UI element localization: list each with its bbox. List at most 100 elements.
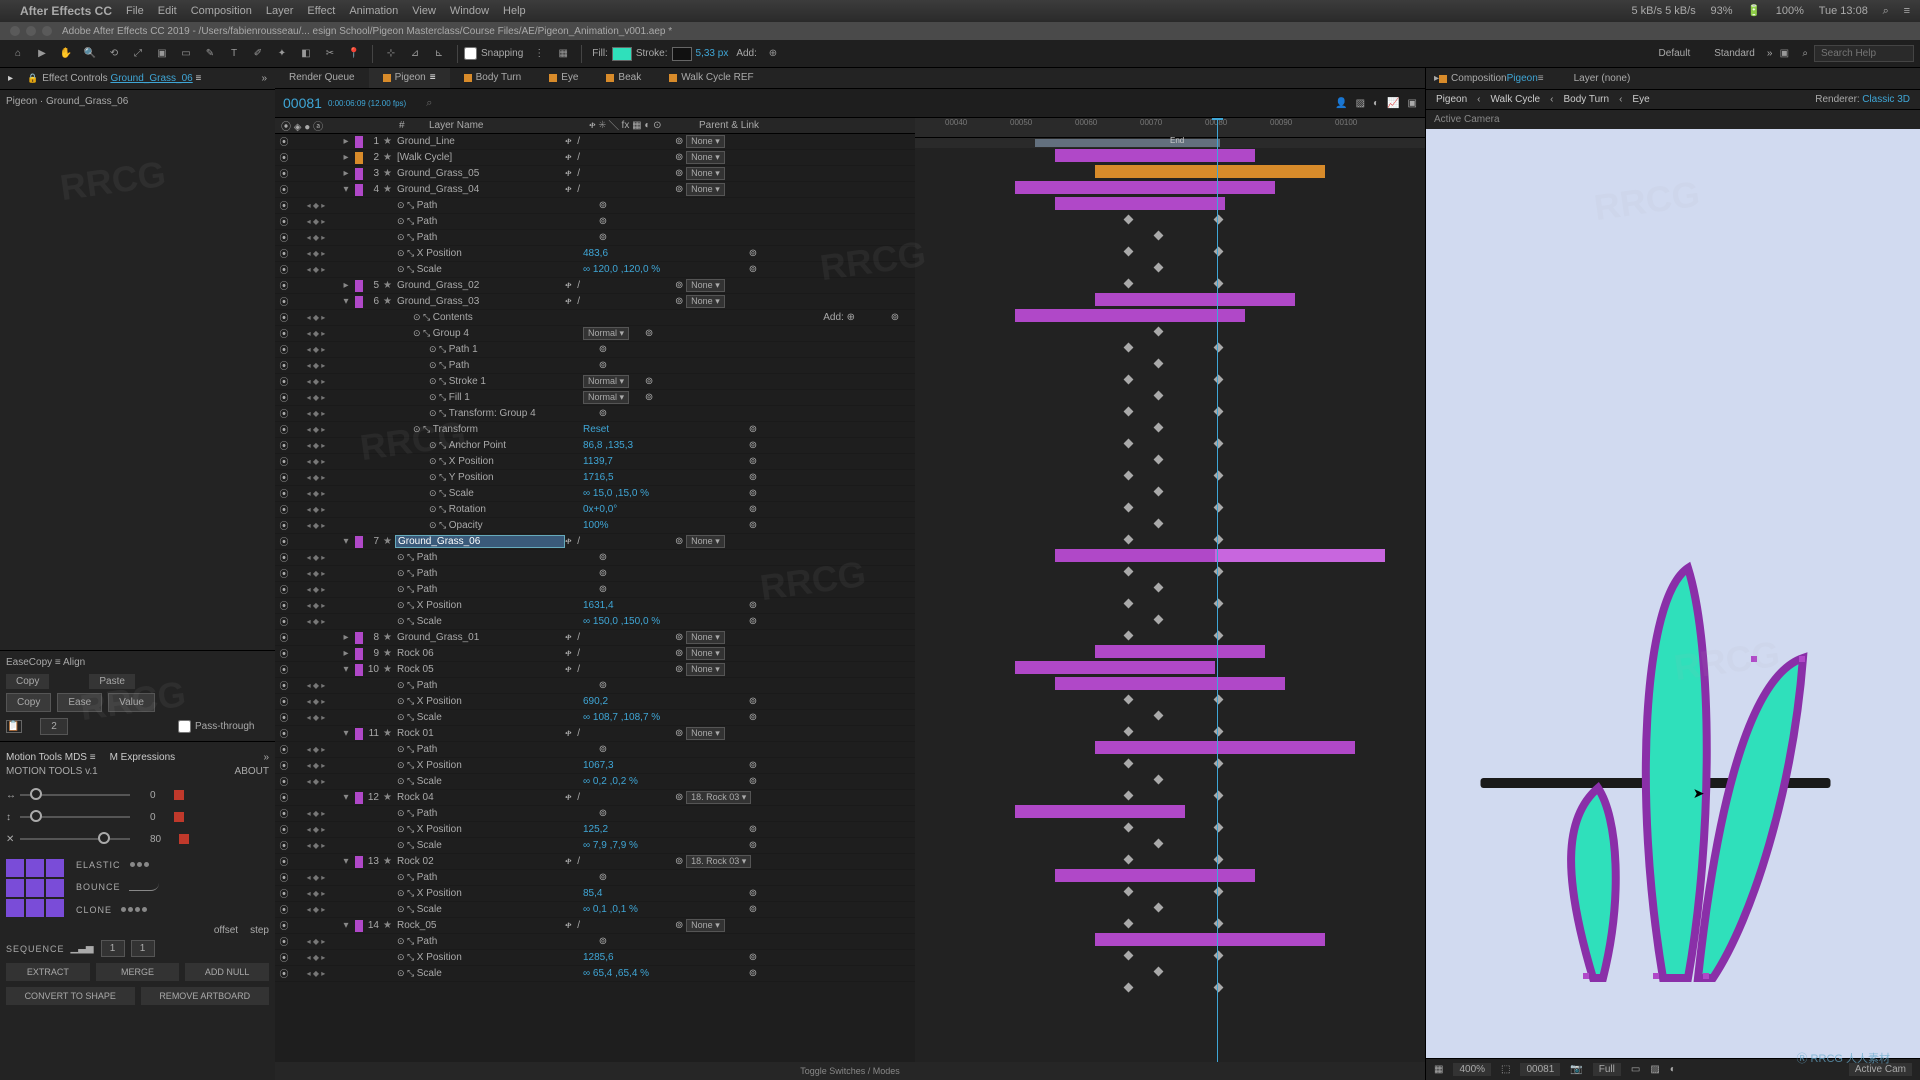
property-row[interactable]: ⦿◂ ◆ ▸⊙ ⤡ Fill 1Normal ▾⊚ [275,390,915,406]
property-name[interactable]: ⊙ ⤡ Scale [353,264,583,275]
keyframe-icon[interactable] [1154,231,1164,241]
property-value[interactable]: 690,2 [583,696,733,707]
keyframe-icon[interactable] [1214,343,1224,353]
comp-tab-eye[interactable]: Eye [535,68,592,88]
property-row[interactable]: ⦿◂ ◆ ▸⊙ ⤡ Path⊚ [275,214,915,230]
keyframe-icon[interactable] [1124,567,1134,577]
property-row[interactable]: ⦿◂ ◆ ▸⊙ ⤡ Rotation0x+0,0°⊚ [275,502,915,518]
layer-switches[interactable]: ቀ / [565,920,675,931]
link-icon[interactable]: ⊚ [583,568,623,579]
property-value[interactable]: 483,6 [583,248,733,259]
link-icon[interactable]: ⊚ [733,248,773,259]
property-row[interactable]: ⦿◂ ◆ ▸⊙ ⤡ Stroke 1Normal ▾⊚ [275,374,915,390]
property-row[interactable]: ⦿◂ ◆ ▸⊙ ⤡ X Position1631,4⊚ [275,598,915,614]
keyframe-nav[interactable]: ◂ ◆ ▸ [293,889,339,898]
property-row[interactable]: ⦿◂ ◆ ▸⊙ ⤡ Path⊚ [275,678,915,694]
snap-opts-icon[interactable]: ⋮ [529,44,549,64]
motion-blur-icon[interactable]: ◐ [1373,98,1379,109]
graph-editor-icon[interactable]: 📈 [1387,98,1399,109]
visibility-icon[interactable]: ⦿ [275,855,293,868]
link-icon[interactable]: ⊚ [733,456,773,467]
label-color[interactable] [355,184,363,196]
zoom-dropdown[interactable]: 400% [1453,1063,1491,1076]
timeline-tracks[interactable]: 00040 00050 00060 00070 00080 00090 0010… [915,118,1425,1062]
keyframe-icon[interactable] [1154,967,1164,977]
twirl-icon[interactable]: ▾ [339,536,353,547]
keyframe-icon[interactable] [1124,439,1134,449]
visibility-icon[interactable]: ⦿ [275,679,293,692]
property-row[interactable]: ⦿◂ ◆ ▸⊙ ⤡ Path⊚ [275,870,915,886]
layer-switches[interactable]: ቀ / [565,728,675,739]
keyframe-nav[interactable]: ◂ ◆ ▸ [293,457,339,466]
seq-icon[interactable]: ▁▃▅ [71,943,95,954]
window-close-icon[interactable] [10,26,20,36]
property-value[interactable]: 85,4 [583,888,733,899]
layer-bar[interactable] [1095,933,1325,946]
layer-switches[interactable]: ቀ / [565,792,675,803]
layer-row[interactable]: ⦿▾7★Ground_Grass_06ቀ /⊚ None ▾ [275,534,915,550]
keyframe-nav[interactable]: ◂ ◆ ▸ [293,473,339,482]
property-row[interactable]: ⦿◂ ◆ ▸⊙ ⤡ Scale∞ 65,4 ,65,4 %⊚ [275,966,915,982]
comp-tab-walkcycle[interactable]: Walk Cycle REF [655,68,767,88]
keyframe-icon[interactable] [1214,407,1224,417]
property-name[interactable]: ⊙ ⤡ X Position [353,600,583,611]
property-name[interactable]: ⊙ ⤡ Transform [353,424,583,435]
menu-window[interactable]: Window [450,5,489,17]
layer-switches[interactable]: ቀ / [565,280,675,291]
keyframe-nav[interactable]: ◂ ◆ ▸ [293,489,339,498]
parent-dropdown[interactable]: ⊚ None ▾ [675,279,765,292]
menu-view[interactable]: View [412,5,436,17]
link-icon[interactable]: ⊚ [733,616,773,627]
layer-row[interactable]: ⦿▸5★Ground_Grass_02ቀ /⊚ None ▾ [275,278,915,294]
time-ruler[interactable]: 00040 00050 00060 00070 00080 00090 0010… [915,118,1425,138]
comp-tab-beak[interactable]: Beak [592,68,655,88]
keyframe-icon[interactable] [1154,519,1164,529]
property-row[interactable]: ⦿◂ ◆ ▸⊙ ⤡ X Position1139,7⊚ [275,454,915,470]
twirl-icon[interactable]: ▸ [339,280,353,291]
property-row[interactable]: ⦿◂ ◆ ▸⊙ ⤡ Anchor Point86,8 ,135,3⊚ [275,438,915,454]
toggle-switches-modes[interactable]: Toggle Switches / Modes [275,1062,1425,1080]
keyframe-icon[interactable] [1214,631,1224,641]
visibility-icon[interactable]: ⦿ [275,887,293,900]
keyframe-icon[interactable] [1214,247,1224,257]
motion-slider-3[interactable] [20,838,130,840]
visibility-icon[interactable]: ⦿ [275,135,293,148]
layer-switches[interactable]: ቀ / [565,152,675,163]
motion-slider-1[interactable] [20,794,130,796]
link-icon[interactable]: ⊚ [583,808,623,819]
visibility-icon[interactable]: ⦿ [275,151,293,164]
keyframe-icon[interactable] [1214,439,1224,449]
stroke-width[interactable]: 5,33 px [696,48,729,59]
keyframe-icon[interactable] [1124,631,1134,641]
layer-row[interactable]: ⦿▸2★[Walk Cycle]ቀ /⊚ None ▾ [275,150,915,166]
fill-swatch[interactable] [612,47,632,61]
keyframe-icon[interactable] [1124,279,1134,289]
link-icon[interactable]: ⊚ [733,488,773,499]
roto-tool-icon[interactable]: ✂ [320,44,340,64]
keyframe-nav[interactable]: ◂ ◆ ▸ [293,697,339,706]
parent-dropdown[interactable]: ⊚ None ▾ [675,919,765,932]
keyframe-icon[interactable] [1124,983,1134,993]
playhead[interactable] [1217,118,1218,1062]
keyframe-icon[interactable] [1124,407,1134,417]
property-row[interactable]: ⦿◂ ◆ ▸⊙ ⤡ Scale∞ 15,0 ,15,0 %⊚ [275,486,915,502]
keyframe-icon[interactable] [1124,919,1134,929]
timeline-layer-list[interactable]: ⦿ ◈ ● ⓐ # Layer Name ቀ ✳ ╲ fx ▦ ◐ ⊙ Pare… [275,118,915,1062]
puppet-tool-icon[interactable]: 📍 [344,44,364,64]
layer-name[interactable]: Ground_Grass_04 [395,184,565,195]
keyframe-icon[interactable] [1154,359,1164,369]
stroke-swatch[interactable] [672,47,692,61]
crumb-pigeon[interactable]: Pigeon [1436,94,1467,105]
property-name[interactable]: ⊙ ⤡ Y Position [353,472,583,483]
add-shape-icon[interactable]: ⊕ [763,44,783,64]
label-color[interactable] [355,536,363,548]
workspace-default[interactable]: Default [1647,46,1703,61]
color-red-icon[interactable] [179,834,189,844]
property-row[interactable]: ⦿◂ ◆ ▸⊙ ⤡ Scale∞ 0,2 ,0,2 %⊚ [275,774,915,790]
keyframe-nav[interactable]: ◂ ◆ ▸ [293,585,339,594]
render-queue-tab[interactable]: Render Queue [275,68,369,88]
property-row[interactable]: ⦿◂ ◆ ▸⊙ ⤡ Transform: Group 4⊚ [275,406,915,422]
parent-dropdown[interactable]: ⊚ None ▾ [675,663,765,676]
lock-icon[interactable]: 🔒 [27,73,38,84]
keyframe-icon[interactable] [1124,855,1134,865]
